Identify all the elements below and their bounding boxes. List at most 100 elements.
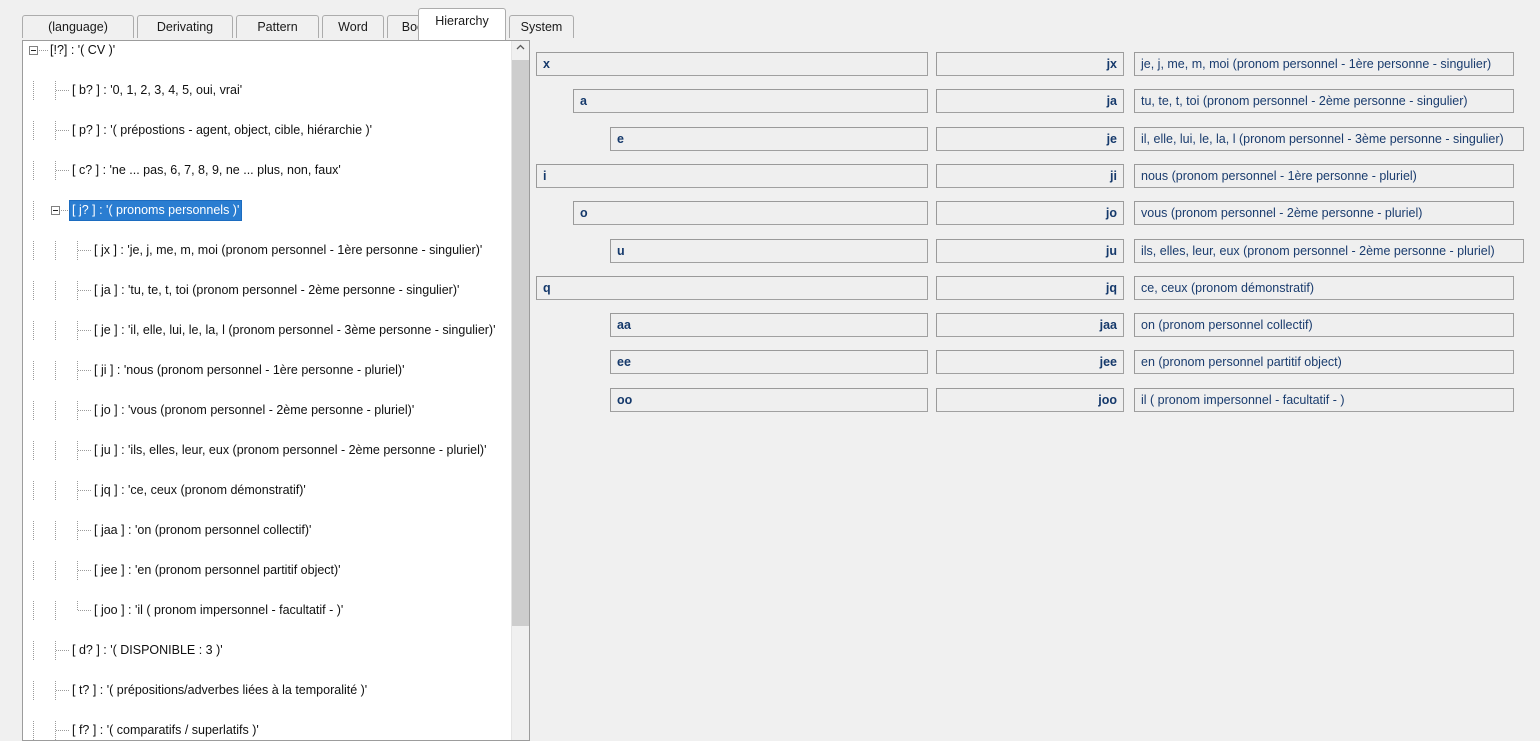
gloss-field[interactable]: nous (pronom personnel - 1ère personne -…: [1134, 164, 1514, 188]
code-field[interactable]: je: [936, 127, 1124, 151]
gloss-field[interactable]: on (pronom personnel collectif): [1134, 313, 1514, 337]
tab-bar: (language)DerivatingPatternWordBookHiera…: [0, 0, 1540, 40]
tree-item[interactable]: [ ji ] : 'nous (pronom personnel - 1ère …: [23, 361, 513, 381]
tree-guide-line: [55, 401, 56, 421]
tree-item-label: [ ju ] : 'ils, elles, leur, eux (pronom …: [92, 441, 488, 460]
tree-item[interactable]: [ c? ] : 'ne ... pas, 6, 7, 8, 9, ne ...…: [23, 161, 513, 181]
tree-item[interactable]: [ d? ] : '( DISPONIBLE : 3 )': [23, 641, 513, 661]
detail-row: eje il, elle, lui, le, la, l (pronom pers…: [536, 127, 1536, 151]
tree-item[interactable]: [ t? ] : '( prépositions/adverbes liées …: [23, 681, 513, 701]
gloss-field[interactable]: en (pronom personnel partitif object): [1134, 350, 1514, 374]
code-field[interactable]: ja: [936, 89, 1124, 113]
tree-guide-line: [33, 161, 34, 181]
suffix-field[interactable]: q: [536, 276, 928, 300]
tree-guide-line: [55, 721, 56, 741]
tree-item[interactable]: [ jx ] : 'je, j, me, m, moi (pronom pers…: [23, 241, 513, 261]
tree-collapse-toggle-icon[interactable]: [51, 206, 60, 215]
code-field[interactable]: ju: [936, 239, 1124, 263]
tab-pattern[interactable]: Pattern: [236, 15, 319, 38]
tree-guide-line: [77, 241, 78, 261]
tree-item[interactable]: [ j? ] : '( pronoms personnels )': [23, 201, 513, 221]
tree-connector: [56, 170, 69, 171]
tree-guide-line: [33, 361, 34, 381]
gloss-field[interactable]: ils, elles, leur, eux (pronom personnel …: [1134, 239, 1524, 263]
tree-item[interactable]: [!?] : '( CV )': [23, 41, 513, 61]
suffix-field[interactable]: e: [610, 127, 928, 151]
tree-guide-line: [77, 401, 78, 421]
tree-connector: [78, 290, 91, 291]
tree-item-label: [ jq ] : 'ce, ceux (pronom démonstratif)…: [92, 481, 308, 500]
tree-item[interactable]: [ jaa ] : 'on (pronom personnel collecti…: [23, 521, 513, 541]
tree-guide-line: [55, 281, 56, 301]
detail-row: aajaa on (pronom personnel collectif): [536, 313, 1536, 337]
tree-item-label: [ jaa ] : 'on (pronom personnel collecti…: [92, 521, 313, 540]
tree-guide-line: [33, 481, 34, 501]
code-field[interactable]: ji: [936, 164, 1124, 188]
scroll-up-arrow-icon[interactable]: [512, 41, 529, 58]
tree-guide-line: [77, 481, 78, 501]
tree-item[interactable]: [ je ] : 'il, elle, lui, le, la, l (pron…: [23, 321, 513, 341]
hierarchy-tree-panel[interactable]: [!?] : '( CV )' [ b? ] : '0, 1, 2, 3, 4, …: [22, 40, 530, 741]
hierarchy-tree-rows[interactable]: [!?] : '( CV )' [ b? ] : '0, 1, 2, 3, 4, …: [23, 41, 513, 741]
code-field[interactable]: jq: [936, 276, 1124, 300]
scrollbar-thumb[interactable]: [512, 60, 529, 626]
tab-hierarchy[interactable]: Hierarchy: [418, 8, 506, 40]
tree-item[interactable]: [ b? ] : '0, 1, 2, 3, 4, 5, oui, vrai': [23, 81, 513, 101]
code-field[interactable]: jo: [936, 201, 1124, 225]
tree-guide-line: [77, 361, 78, 381]
code-field[interactable]: joo: [936, 388, 1124, 412]
tree-item[interactable]: [ jo ] : 'vous (pronom personnel - 2ème …: [23, 401, 513, 421]
suffix-field[interactable]: ee: [610, 350, 928, 374]
tree-guide-line: [33, 521, 34, 541]
tab-derivating[interactable]: Derivating: [137, 15, 233, 38]
suffix-field[interactable]: a: [573, 89, 928, 113]
tree-connector: [56, 90, 69, 91]
tree-connector: [78, 330, 91, 331]
tree-item[interactable]: [ jq ] : 'ce, ceux (pronom démonstratif)…: [23, 481, 513, 501]
code-field[interactable]: jee: [936, 350, 1124, 374]
tree-connector: [61, 210, 70, 211]
tree-vertical-scrollbar[interactable]: [511, 41, 529, 740]
tree-guide-line: [33, 441, 34, 461]
detail-row: ojo vous (pronom personnel - 2ème personn…: [536, 201, 1536, 225]
suffix-field[interactable]: u: [610, 239, 928, 263]
tree-item-label: [ je ] : 'il, elle, lui, le, la, l (pron…: [92, 321, 497, 340]
tree-item[interactable]: [ jee ] : 'en (pronom personnel partitif…: [23, 561, 513, 581]
tree-item-label: [ p? ] : '( prépostions - agent, object,…: [70, 121, 374, 140]
tree-connector: [56, 690, 69, 691]
gloss-field[interactable]: il ( pronom impersonnel - facultatif - ): [1134, 388, 1514, 412]
tree-item-label: [ t? ] : '( prépositions/adverbes liées …: [70, 681, 369, 700]
tree-item[interactable]: [ f? ] : '( comparatifs / superlatifs )': [23, 721, 513, 741]
gloss-field[interactable]: tu, te, t, toi (pronom personnel - 2ème …: [1134, 89, 1514, 113]
code-field[interactable]: jaa: [936, 313, 1124, 337]
suffix-field[interactable]: o: [573, 201, 928, 225]
gloss-field[interactable]: vous (pronom personnel - 2ème personne -…: [1134, 201, 1514, 225]
tree-item[interactable]: [ joo ] : 'il ( pronom impersonnel - fac…: [23, 601, 513, 621]
tab-language[interactable]: (language): [22, 15, 134, 38]
tree-connector: [78, 490, 91, 491]
scroll-down-arrow-icon[interactable]: [512, 723, 529, 740]
tree-guide-line: [77, 281, 78, 301]
tab-system[interactable]: System: [509, 15, 574, 38]
tree-item[interactable]: [ p? ] : '( prépostions - agent, object,…: [23, 121, 513, 141]
suffix-field[interactable]: oo: [610, 388, 928, 412]
code-field[interactable]: jx: [936, 52, 1124, 76]
tree-guide-line: [33, 281, 34, 301]
gloss-field[interactable]: il, elle, lui, le, la, l (pronom personn…: [1134, 127, 1524, 151]
detail-row: uju ils, elles, leur, eux (pronom personn…: [536, 239, 1536, 263]
detail-row: oojoo il ( pronom impersonnel - facultati…: [536, 388, 1536, 412]
tree-item-label: [ jee ] : 'en (pronom personnel partitif…: [92, 561, 343, 580]
suffix-field[interactable]: i: [536, 164, 928, 188]
tree-collapse-toggle-icon[interactable]: [29, 46, 38, 55]
gloss-field[interactable]: je, j, me, m, moi (pronom personnel - 1è…: [1134, 52, 1514, 76]
tree-item[interactable]: [ ju ] : 'ils, elles, leur, eux (pronom …: [23, 441, 513, 461]
tree-connector: [56, 650, 69, 651]
tab-word[interactable]: Word: [322, 15, 384, 38]
gloss-field[interactable]: ce, ceux (pronom démonstratif): [1134, 276, 1514, 300]
tree-guide-line: [55, 81, 56, 101]
tree-item[interactable]: [ ja ] : 'tu, te, t, toi (pronom personn…: [23, 281, 513, 301]
suffix-field[interactable]: x: [536, 52, 928, 76]
tree-guide-line: [55, 241, 56, 261]
tree-connector: [78, 530, 91, 531]
suffix-field[interactable]: aa: [610, 313, 928, 337]
